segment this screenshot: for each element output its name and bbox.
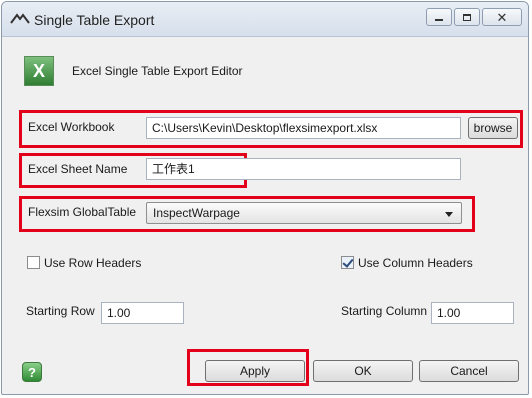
title-bar[interactable]: Single Table Export ✕ <box>2 2 528 37</box>
flexsim-logo-icon <box>10 13 30 24</box>
window-title: Single Table Export <box>34 12 155 28</box>
close-icon: ✕ <box>496 9 508 25</box>
globaltable-selected-value: InspectWarpage <box>153 206 240 220</box>
maximize-icon <box>463 13 471 21</box>
workbook-label: Excel Workbook <box>28 120 115 134</box>
chevron-down-icon <box>445 212 453 217</box>
apply-button[interactable]: Apply <box>205 360 305 382</box>
column-headers-checkbox[interactable] <box>341 256 354 269</box>
close-button[interactable]: ✕ <box>482 8 522 26</box>
minimize-button[interactable] <box>426 8 452 26</box>
ok-button[interactable]: OK <box>313 360 413 382</box>
browse-button[interactable]: browse <box>468 117 518 139</box>
sheet-name-input[interactable]: 工作表1 <box>146 158 461 180</box>
starting-column-input[interactable]: 1.00 <box>431 302 514 324</box>
column-headers-label: Use Column Headers <box>358 256 473 270</box>
globaltable-label: Flexsim GlobalTable <box>28 205 137 219</box>
cancel-button[interactable]: Cancel <box>419 360 519 382</box>
maximize-button[interactable] <box>454 8 480 26</box>
workbook-path-input[interactable]: C:\Users\Kevin\Desktop\flexsimexport.xls… <box>146 117 461 139</box>
globaltable-select[interactable]: InspectWarpage <box>146 202 462 224</box>
dialog-window: Single Table Export ✕ X Excel Single Tab… <box>1 1 529 395</box>
row-headers-checkbox[interactable] <box>27 256 40 269</box>
help-icon[interactable]: ? <box>22 362 42 382</box>
starting-row-input[interactable]: 1.00 <box>101 302 184 324</box>
excel-icon: X <box>24 56 54 86</box>
row-headers-label: Use Row Headers <box>44 256 142 270</box>
starting-column-label: Starting Column <box>341 304 428 318</box>
editor-title: Excel Single Table Export Editor <box>72 64 243 78</box>
starting-row-label: Starting Row <box>26 304 95 318</box>
minimize-icon <box>435 19 443 21</box>
sheet-name-label: Excel Sheet Name <box>28 162 128 176</box>
